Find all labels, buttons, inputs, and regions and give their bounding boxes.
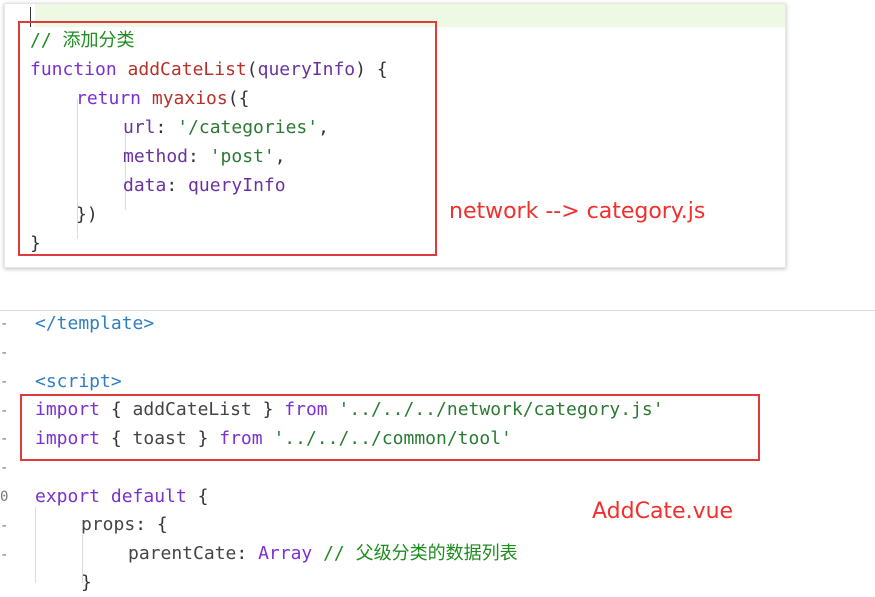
code-line-parentcate: parentCate: Array // 父级分类的数据列表 xyxy=(128,543,518,564)
gutter-marker: - xyxy=(0,518,9,534)
indent-guide xyxy=(35,507,36,583)
gutter-marker: - xyxy=(0,345,9,361)
gutter-marker: - xyxy=(0,374,9,390)
annotation-network-category: network --> category.js xyxy=(449,199,706,224)
gutter-marker: 0 xyxy=(0,489,9,505)
gutter-marker: - xyxy=(0,460,9,476)
gutter-marker: - xyxy=(0,547,9,563)
code-line-export-default: export default { xyxy=(35,486,209,507)
highlight-box-imports xyxy=(20,394,760,461)
gutter-marker: - xyxy=(0,431,9,447)
gutter-marker: - xyxy=(0,403,9,419)
highlight-box-function xyxy=(18,21,437,256)
code-line-partial-close: } xyxy=(81,572,92,593)
annotation-addcate-vue: AddCate.vue xyxy=(592,499,734,524)
code-line-template-close: </template> xyxy=(35,313,155,334)
code-line-props: props: { xyxy=(81,514,168,535)
code-line-script-open: <script> xyxy=(35,371,122,392)
gutter-marker: - xyxy=(0,316,9,332)
